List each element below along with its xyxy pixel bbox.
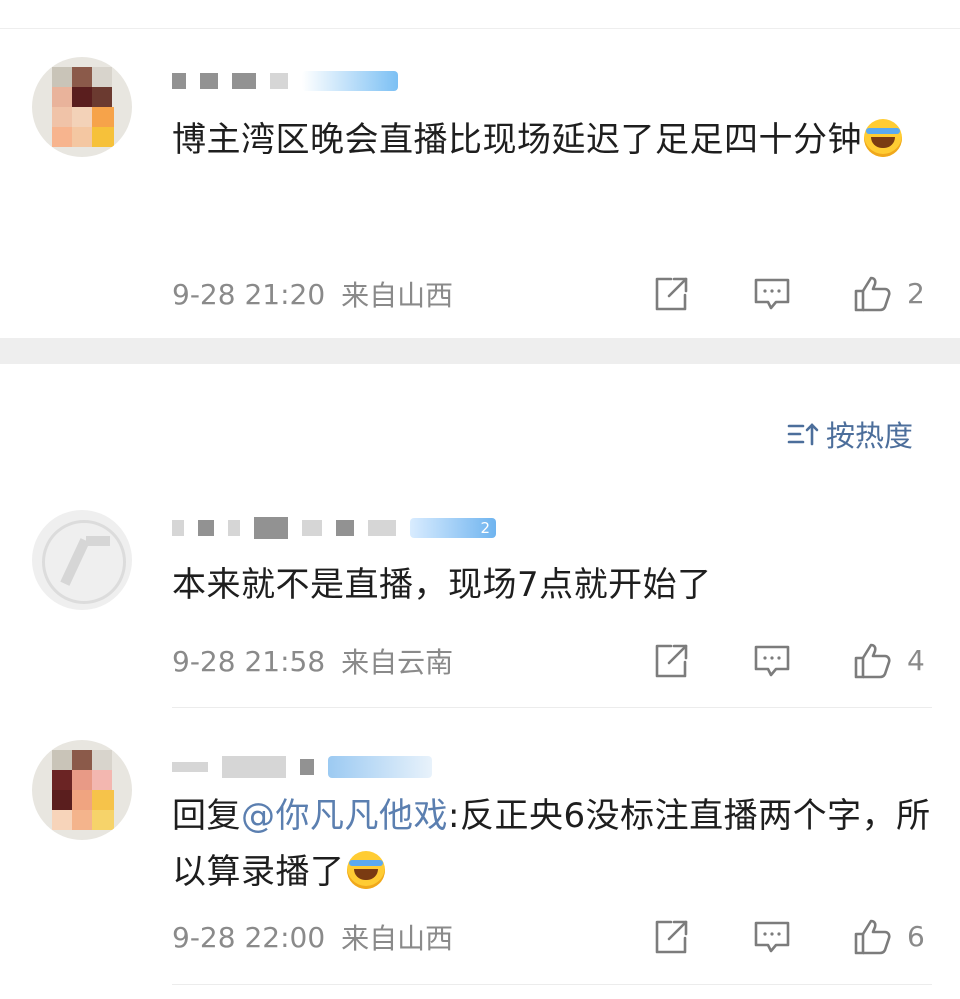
username-redacted[interactable] — [172, 754, 432, 780]
comment-bubble-icon[interactable] — [752, 917, 792, 957]
section-separator — [0, 338, 960, 364]
share-box-icon[interactable] — [651, 917, 691, 957]
comment-bubble-icon[interactable] — [752, 641, 792, 681]
like-count: 4 — [907, 644, 925, 677]
thumbs-up-icon[interactable] — [852, 917, 892, 957]
username-redacted[interactable] — [172, 68, 398, 94]
reply-prefix: 回复 — [172, 796, 241, 836]
comment-divider — [172, 707, 932, 708]
share-box-icon[interactable] — [651, 641, 691, 681]
avatar[interactable] — [32, 740, 132, 840]
sort-label: 按热度 — [826, 419, 914, 453]
comment-actions: 2 — [0, 274, 960, 314]
comment-divider — [172, 984, 932, 985]
thumbs-up-icon[interactable] — [852, 641, 892, 681]
like-count: 6 — [907, 920, 925, 953]
like-count: 2 — [907, 277, 925, 310]
fan-level-badge: 2 — [410, 518, 496, 538]
reply-username-link[interactable]: @你凡凡他戏 — [241, 796, 448, 836]
sort-by-hot-button[interactable]: 按热度 — [786, 414, 913, 454]
avatar[interactable] — [32, 510, 132, 610]
comment-text-body: 博主湾区晚会直播比现场延迟了足足四十分钟 — [172, 120, 862, 160]
share-box-icon[interactable] — [651, 274, 691, 314]
sort-list-icon — [787, 423, 819, 446]
thumbs-up-icon[interactable] — [852, 274, 892, 314]
laugh-cry-emoji-icon — [864, 119, 902, 157]
comment-bubble-icon[interactable] — [752, 274, 792, 314]
comment-actions: 4 — [0, 641, 960, 681]
comment-text: 回复@你凡凡他戏:反正央6没标注直播两个字，所以算录播了 — [172, 788, 932, 900]
laugh-cry-emoji-icon — [346, 851, 385, 889]
comment-actions: 6 — [0, 917, 960, 957]
username-redacted[interactable]: 2 — [172, 515, 496, 541]
top-divider — [0, 28, 960, 29]
comment-text: 本来就不是直播，现场7点就开始了 — [172, 557, 932, 613]
avatar[interactable] — [32, 57, 132, 157]
comment-text-body: 本来就不是直播，现场7点就开始了 — [172, 565, 712, 605]
comment-text: 博主湾区晚会直播比现场延迟了足足四十分钟 — [172, 112, 932, 168]
